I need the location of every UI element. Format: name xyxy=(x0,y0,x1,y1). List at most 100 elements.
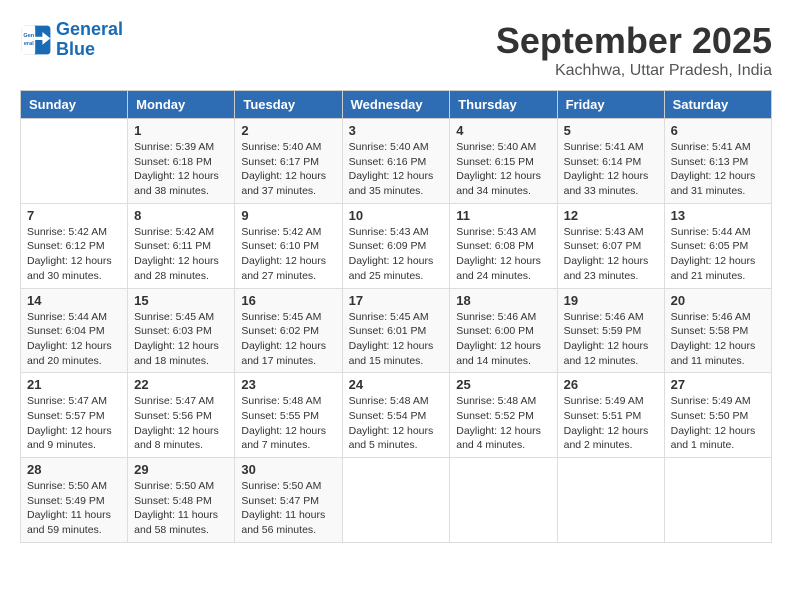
calendar-cell: 7 Sunrise: 5:42 AMSunset: 6:12 PMDayligh… xyxy=(21,203,128,288)
header-cell: Wednesday xyxy=(342,91,450,119)
calendar-cell: 14 Sunrise: 5:44 AMSunset: 6:04 PMDaylig… xyxy=(21,288,128,373)
calendar-cell xyxy=(342,458,450,543)
calendar-cell: 9 Sunrise: 5:42 AMSunset: 6:10 PMDayligh… xyxy=(235,203,342,288)
day-info: Sunrise: 5:50 AMSunset: 5:48 PMDaylight:… xyxy=(134,480,218,536)
day-info: Sunrise: 5:43 AMSunset: 6:07 PMDaylight:… xyxy=(564,226,649,282)
calendar-cell: 13 Sunrise: 5:44 AMSunset: 6:05 PMDaylig… xyxy=(664,203,771,288)
day-info: Sunrise: 5:41 AMSunset: 6:13 PMDaylight:… xyxy=(671,141,756,197)
calendar-cell: 30 Sunrise: 5:50 AMSunset: 5:47 PMDaylig… xyxy=(235,458,342,543)
logo: Gen eral General Blue xyxy=(20,20,123,60)
day-number: 9 xyxy=(241,208,335,223)
day-info: Sunrise: 5:45 AMSunset: 6:01 PMDaylight:… xyxy=(349,311,434,367)
calendar-cell: 10 Sunrise: 5:43 AMSunset: 6:09 PMDaylig… xyxy=(342,203,450,288)
calendar-cell: 20 Sunrise: 5:46 AMSunset: 5:58 PMDaylig… xyxy=(664,288,771,373)
day-info: Sunrise: 5:46 AMSunset: 6:00 PMDaylight:… xyxy=(456,311,541,367)
header-cell: Thursday xyxy=(450,91,557,119)
day-info: Sunrise: 5:42 AMSunset: 6:10 PMDaylight:… xyxy=(241,226,326,282)
header-cell: Friday xyxy=(557,91,664,119)
day-number: 1 xyxy=(134,123,228,138)
calendar-cell: 22 Sunrise: 5:47 AMSunset: 5:56 PMDaylig… xyxy=(128,373,235,458)
calendar-cell: 24 Sunrise: 5:48 AMSunset: 5:54 PMDaylig… xyxy=(342,373,450,458)
calendar-cell: 23 Sunrise: 5:48 AMSunset: 5:55 PMDaylig… xyxy=(235,373,342,458)
day-number: 24 xyxy=(349,377,444,392)
calendar-cell: 16 Sunrise: 5:45 AMSunset: 6:02 PMDaylig… xyxy=(235,288,342,373)
day-number: 6 xyxy=(671,123,765,138)
calendar-cell: 19 Sunrise: 5:46 AMSunset: 5:59 PMDaylig… xyxy=(557,288,664,373)
calendar-week-row: 28 Sunrise: 5:50 AMSunset: 5:49 PMDaylig… xyxy=(21,458,772,543)
day-info: Sunrise: 5:42 AMSunset: 6:12 PMDaylight:… xyxy=(27,226,112,282)
day-number: 20 xyxy=(671,293,765,308)
day-info: Sunrise: 5:46 AMSunset: 5:59 PMDaylight:… xyxy=(564,311,649,367)
calendar-cell: 11 Sunrise: 5:43 AMSunset: 6:08 PMDaylig… xyxy=(450,203,557,288)
calendar-cell: 27 Sunrise: 5:49 AMSunset: 5:50 PMDaylig… xyxy=(664,373,771,458)
day-number: 14 xyxy=(27,293,121,308)
day-number: 30 xyxy=(241,462,335,477)
calendar-week-row: 7 Sunrise: 5:42 AMSunset: 6:12 PMDayligh… xyxy=(21,203,772,288)
day-number: 28 xyxy=(27,462,121,477)
day-number: 19 xyxy=(564,293,658,308)
day-info: Sunrise: 5:40 AMSunset: 6:17 PMDaylight:… xyxy=(241,141,326,197)
day-number: 16 xyxy=(241,293,335,308)
day-number: 3 xyxy=(349,123,444,138)
calendar-table: SundayMondayTuesdayWednesdayThursdayFrid… xyxy=(20,90,772,543)
header-cell: Monday xyxy=(128,91,235,119)
day-number: 18 xyxy=(456,293,550,308)
day-number: 7 xyxy=(27,208,121,223)
day-number: 10 xyxy=(349,208,444,223)
day-info: Sunrise: 5:49 AMSunset: 5:50 PMDaylight:… xyxy=(671,395,756,451)
day-number: 8 xyxy=(134,208,228,223)
day-info: Sunrise: 5:40 AMSunset: 6:16 PMDaylight:… xyxy=(349,141,434,197)
day-info: Sunrise: 5:41 AMSunset: 6:14 PMDaylight:… xyxy=(564,141,649,197)
month-title: September 2025 xyxy=(496,20,772,62)
day-number: 15 xyxy=(134,293,228,308)
calendar-cell: 6 Sunrise: 5:41 AMSunset: 6:13 PMDayligh… xyxy=(664,119,771,204)
day-number: 12 xyxy=(564,208,658,223)
day-info: Sunrise: 5:45 AMSunset: 6:02 PMDaylight:… xyxy=(241,311,326,367)
day-info: Sunrise: 5:44 AMSunset: 6:04 PMDaylight:… xyxy=(27,311,112,367)
header-cell: Sunday xyxy=(21,91,128,119)
calendar-cell: 18 Sunrise: 5:46 AMSunset: 6:00 PMDaylig… xyxy=(450,288,557,373)
day-info: Sunrise: 5:48 AMSunset: 5:54 PMDaylight:… xyxy=(349,395,434,451)
day-info: Sunrise: 5:48 AMSunset: 5:55 PMDaylight:… xyxy=(241,395,326,451)
header-cell: Tuesday xyxy=(235,91,342,119)
calendar-cell: 28 Sunrise: 5:50 AMSunset: 5:49 PMDaylig… xyxy=(21,458,128,543)
page-header: Gen eral General Blue September 2025 Kac… xyxy=(20,20,772,80)
calendar-cell: 8 Sunrise: 5:42 AMSunset: 6:11 PMDayligh… xyxy=(128,203,235,288)
day-info: Sunrise: 5:48 AMSunset: 5:52 PMDaylight:… xyxy=(456,395,541,451)
day-number: 13 xyxy=(671,208,765,223)
calendar-cell: 17 Sunrise: 5:45 AMSunset: 6:01 PMDaylig… xyxy=(342,288,450,373)
day-info: Sunrise: 5:40 AMSunset: 6:15 PMDaylight:… xyxy=(456,141,541,197)
calendar-cell: 4 Sunrise: 5:40 AMSunset: 6:15 PMDayligh… xyxy=(450,119,557,204)
title-section: September 2025 Kachhwa, Uttar Pradesh, I… xyxy=(496,20,772,80)
calendar-cell: 29 Sunrise: 5:50 AMSunset: 5:48 PMDaylig… xyxy=(128,458,235,543)
day-info: Sunrise: 5:47 AMSunset: 5:57 PMDaylight:… xyxy=(27,395,112,451)
svg-text:eral: eral xyxy=(24,41,34,47)
day-info: Sunrise: 5:50 AMSunset: 5:49 PMDaylight:… xyxy=(27,480,111,536)
day-info: Sunrise: 5:49 AMSunset: 5:51 PMDaylight:… xyxy=(564,395,649,451)
calendar-cell: 26 Sunrise: 5:49 AMSunset: 5:51 PMDaylig… xyxy=(557,373,664,458)
day-number: 29 xyxy=(134,462,228,477)
day-number: 11 xyxy=(456,208,550,223)
day-number: 23 xyxy=(241,377,335,392)
day-number: 25 xyxy=(456,377,550,392)
calendar-cell: 5 Sunrise: 5:41 AMSunset: 6:14 PMDayligh… xyxy=(557,119,664,204)
calendar-cell: 25 Sunrise: 5:48 AMSunset: 5:52 PMDaylig… xyxy=(450,373,557,458)
day-number: 21 xyxy=(27,377,121,392)
calendar-week-row: 1 Sunrise: 5:39 AMSunset: 6:18 PMDayligh… xyxy=(21,119,772,204)
calendar-cell: 21 Sunrise: 5:47 AMSunset: 5:57 PMDaylig… xyxy=(21,373,128,458)
location: Kachhwa, Uttar Pradesh, India xyxy=(496,62,772,80)
header-cell: Saturday xyxy=(664,91,771,119)
day-info: Sunrise: 5:45 AMSunset: 6:03 PMDaylight:… xyxy=(134,311,219,367)
day-number: 2 xyxy=(241,123,335,138)
day-info: Sunrise: 5:50 AMSunset: 5:47 PMDaylight:… xyxy=(241,480,325,536)
calendar-cell: 15 Sunrise: 5:45 AMSunset: 6:03 PMDaylig… xyxy=(128,288,235,373)
logo-text-line1: General xyxy=(56,20,123,40)
calendar-cell: 1 Sunrise: 5:39 AMSunset: 6:18 PMDayligh… xyxy=(128,119,235,204)
day-number: 26 xyxy=(564,377,658,392)
logo-text-line2: Blue xyxy=(56,40,123,60)
calendar-cell: 2 Sunrise: 5:40 AMSunset: 6:17 PMDayligh… xyxy=(235,119,342,204)
header-row: SundayMondayTuesdayWednesdayThursdayFrid… xyxy=(21,91,772,119)
day-number: 27 xyxy=(671,377,765,392)
logo-icon: Gen eral xyxy=(20,24,52,56)
day-info: Sunrise: 5:44 AMSunset: 6:05 PMDaylight:… xyxy=(671,226,756,282)
